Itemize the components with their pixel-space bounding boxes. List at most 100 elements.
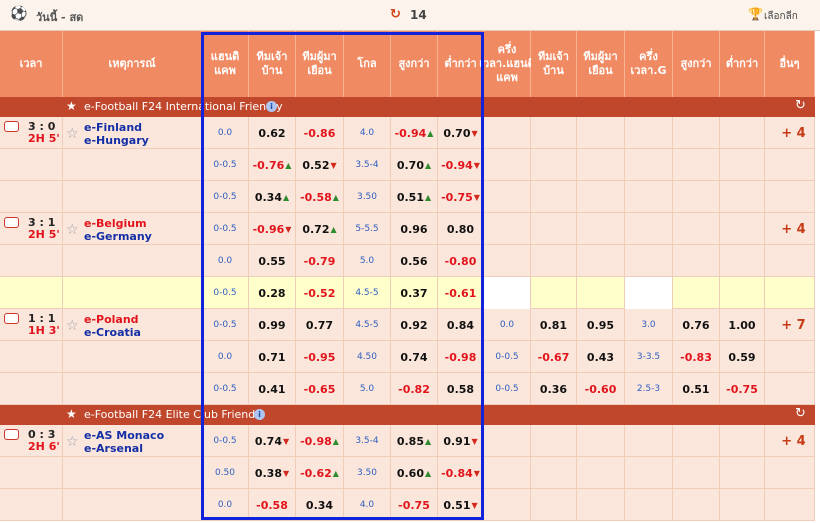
odds-value[interactable]: 0.51 bbox=[443, 499, 470, 512]
odds-value[interactable]: -0.96 bbox=[253, 223, 285, 236]
odds-value[interactable]: -0.60 bbox=[585, 383, 617, 396]
odds-ht-under[interactable] bbox=[720, 277, 765, 309]
odds-ht-over[interactable] bbox=[673, 117, 720, 149]
tv-icon[interactable] bbox=[4, 429, 19, 440]
more-bets-link[interactable]: + 4 bbox=[772, 117, 815, 149]
odds-value[interactable]: 0.59 bbox=[728, 351, 755, 364]
odds-value[interactable]: 0.36 bbox=[540, 383, 567, 396]
odds-value[interactable]: -0.80 bbox=[445, 255, 477, 268]
odds-value[interactable]: -0.75 bbox=[398, 499, 430, 512]
odds-ht-under[interactable] bbox=[720, 149, 765, 181]
odds-ht-home[interactable]: -0.67 bbox=[531, 341, 577, 373]
tv-icon[interactable] bbox=[4, 121, 19, 132]
odds-value[interactable]: -0.94 bbox=[395, 127, 427, 140]
odds-ht-over[interactable]: -0.83 bbox=[673, 341, 720, 373]
odds-value[interactable]: 1.00 bbox=[728, 319, 755, 332]
odds-over[interactable]: 0.70 ▲ bbox=[391, 149, 438, 181]
odds-value[interactable]: -0.67 bbox=[538, 351, 570, 364]
odds-over[interactable]: 0.37 bbox=[391, 277, 438, 309]
odds-under[interactable]: -0.94 ▼ bbox=[438, 149, 484, 181]
odds-ht-home[interactable]: 0.36 bbox=[531, 373, 577, 405]
odds-value[interactable]: 0.34 bbox=[255, 191, 282, 204]
odds-away[interactable]: -0.79 bbox=[296, 245, 344, 277]
odds-value[interactable]: 0.74 bbox=[400, 351, 427, 364]
odds-ht-over[interactable] bbox=[673, 213, 720, 245]
league-favorite-icon[interactable]: ★ bbox=[66, 407, 77, 421]
odds-under[interactable]: 0.70 ▼ bbox=[438, 117, 484, 149]
odds-value[interactable]: 0.38 bbox=[255, 467, 282, 480]
odds-ht-under[interactable] bbox=[720, 489, 765, 521]
odds-away[interactable]: -0.65 bbox=[296, 373, 344, 405]
odds-ht-under[interactable]: 1.00 bbox=[720, 309, 765, 341]
odds-under[interactable]: 0.91 ▼ bbox=[438, 425, 484, 457]
odds-value[interactable]: 0.70 bbox=[443, 127, 470, 140]
home-team[interactable]: e-Belgium bbox=[84, 217, 147, 230]
odds-ht-under[interactable] bbox=[720, 213, 765, 245]
odds-ht-away[interactable] bbox=[577, 277, 625, 309]
odds-under[interactable]: 0.58 bbox=[438, 373, 484, 405]
odds-value[interactable]: -0.98 bbox=[445, 351, 477, 364]
odds-home[interactable]: 0.28 bbox=[249, 277, 296, 309]
favorite-star-icon[interactable]: ☆ bbox=[66, 318, 79, 334]
odds-value[interactable]: 0.74 bbox=[255, 435, 282, 448]
odds-home[interactable]: -0.76 ▲ bbox=[249, 149, 296, 181]
odds-home[interactable]: 0.41 bbox=[249, 373, 296, 405]
odds-away[interactable]: -0.52 bbox=[296, 277, 344, 309]
odds-value[interactable]: -0.61 bbox=[445, 287, 477, 300]
odds-value[interactable]: -0.65 bbox=[304, 383, 336, 396]
odds-value[interactable]: 0.91 bbox=[443, 435, 470, 448]
odds-value[interactable]: 0.55 bbox=[258, 255, 285, 268]
odds-ht-away[interactable] bbox=[577, 181, 625, 213]
odds-home[interactable]: 0.74 ▼ bbox=[249, 425, 296, 457]
odds-away[interactable]: -0.58 ▲ bbox=[296, 181, 344, 213]
odds-over[interactable]: 0.96 bbox=[391, 213, 438, 245]
odds-value[interactable]: 0.71 bbox=[258, 351, 285, 364]
odds-over[interactable]: 0.60 ▲ bbox=[391, 457, 438, 489]
odds-value[interactable]: 0.72 bbox=[302, 223, 329, 236]
odds-home[interactable]: 0.55 bbox=[249, 245, 296, 277]
odds-home[interactable]: 0.71 bbox=[249, 341, 296, 373]
odds-ht-away[interactable] bbox=[577, 117, 625, 149]
odds-over[interactable]: 0.85 ▲ bbox=[391, 425, 438, 457]
odds-ht-over[interactable] bbox=[673, 277, 720, 309]
favorite-star-icon[interactable]: ☆ bbox=[66, 222, 79, 238]
odds-ht-over[interactable] bbox=[673, 149, 720, 181]
league-refresh-icon[interactable]: ↻ bbox=[795, 98, 806, 113]
odds-ht-over[interactable] bbox=[673, 457, 720, 489]
odds-under[interactable]: 0.84 bbox=[438, 309, 484, 341]
odds-value[interactable]: -0.98 bbox=[300, 435, 332, 448]
league-favorite-icon[interactable]: ★ bbox=[66, 99, 77, 113]
odds-value[interactable]: -0.95 bbox=[304, 351, 336, 364]
away-team[interactable]: e-Hungary bbox=[84, 134, 149, 147]
odds-value[interactable]: 0.77 bbox=[306, 319, 333, 332]
odds-over[interactable]: 0.51 ▲ bbox=[391, 181, 438, 213]
odds-away[interactable]: 0.34 bbox=[296, 489, 344, 521]
odds-home[interactable]: -0.58 bbox=[249, 489, 296, 521]
favorite-star-icon[interactable]: ☆ bbox=[66, 126, 79, 142]
odds-value[interactable]: 0.84 bbox=[447, 319, 474, 332]
away-team[interactable]: e-Croatia bbox=[84, 326, 141, 339]
odds-ht-away[interactable]: 0.43 bbox=[577, 341, 625, 373]
odds-value[interactable]: 0.70 bbox=[397, 159, 424, 172]
more-bets-link[interactable]: + 4 bbox=[772, 425, 815, 457]
odds-over[interactable]: 0.92 bbox=[391, 309, 438, 341]
odds-away[interactable]: -0.62 ▲ bbox=[296, 457, 344, 489]
odds-ht-home[interactable] bbox=[531, 457, 577, 489]
odds-under[interactable]: -0.80 bbox=[438, 245, 484, 277]
odds-ht-under[interactable] bbox=[720, 245, 765, 277]
odds-value[interactable]: -0.82 bbox=[398, 383, 430, 396]
home-team[interactable]: e-AS Monaco bbox=[84, 429, 164, 442]
odds-ht-away[interactable] bbox=[577, 213, 625, 245]
odds-value[interactable]: 0.43 bbox=[587, 351, 614, 364]
odds-under[interactable]: -0.98 bbox=[438, 341, 484, 373]
trophy-icon[interactable]: 🏆 bbox=[748, 7, 763, 21]
odds-ht-under[interactable] bbox=[720, 117, 765, 149]
odds-ht-home[interactable] bbox=[531, 181, 577, 213]
odds-ht-away[interactable] bbox=[577, 245, 625, 277]
odds-home[interactable]: -0.96 ▼ bbox=[249, 213, 296, 245]
odds-value[interactable]: 0.51 bbox=[682, 383, 709, 396]
odds-value[interactable]: 0.60 bbox=[397, 467, 424, 480]
odds-ht-over[interactable] bbox=[673, 181, 720, 213]
odds-ht-home[interactable] bbox=[531, 425, 577, 457]
odds-value[interactable]: 0.41 bbox=[258, 383, 285, 396]
